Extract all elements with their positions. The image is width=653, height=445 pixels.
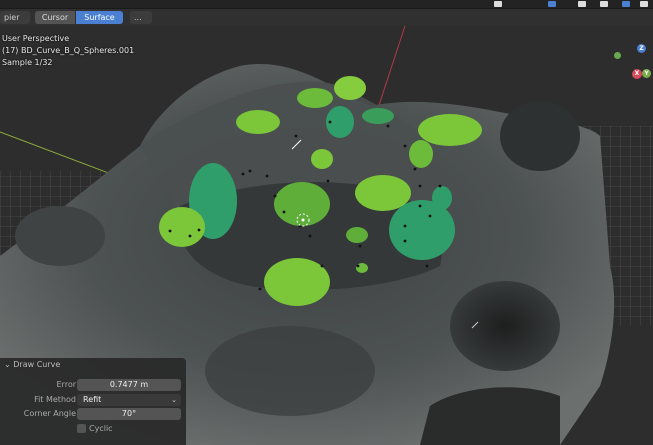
terrain-crater xyxy=(450,281,560,371)
depth-surface-button[interactable]: Surface xyxy=(76,11,123,24)
view-name-label: User Perspective xyxy=(2,34,70,43)
gizmo-z-axis[interactable]: Z xyxy=(637,44,646,53)
gizmo-y-axis[interactable] xyxy=(614,52,621,59)
navigation-gizmo[interactable]: Z X Y xyxy=(604,36,653,86)
corner-angle-label: Corner Angle xyxy=(23,409,76,418)
fit-method-dropdown[interactable]: Refit ⌄ xyxy=(77,394,181,406)
tool-settings-bar: pier Cursor Surface ... ⌄ xyxy=(0,9,653,35)
cyclic-label: Cyclic xyxy=(89,424,113,433)
gizmo-y-positive[interactable]: Y xyxy=(642,69,651,78)
overlay-icon[interactable] xyxy=(578,1,586,7)
cyclic-checkbox[interactable] xyxy=(77,424,86,433)
material-shading-icon[interactable] xyxy=(640,1,648,7)
fit-method-value: Refit xyxy=(83,395,102,404)
render-sample-label: Sample 1/32 xyxy=(2,58,53,67)
more-options-dropdown[interactable]: ... ⌄ xyxy=(130,11,152,35)
error-row: Error 0.7477 m xyxy=(0,379,186,391)
corner-angle-field[interactable]: 70° xyxy=(77,408,181,420)
solid-shading-icon[interactable] xyxy=(622,1,630,7)
curve-type-dropdown[interactable]: pier xyxy=(0,11,30,24)
panel-title: Draw Curve xyxy=(13,360,61,369)
error-field[interactable]: 0.7477 m xyxy=(77,379,181,391)
cyclic-row: Cyclic xyxy=(0,423,186,435)
fit-method-row: Fit Method Refit ⌄ xyxy=(0,394,186,406)
panel-header[interactable]: ⌄ Draw Curve xyxy=(4,360,60,369)
corner-angle-row: Corner Angle 70° xyxy=(0,408,186,420)
snap-icon[interactable] xyxy=(548,1,556,7)
depth-cursor-button[interactable]: Cursor xyxy=(35,11,75,24)
header-bar xyxy=(0,0,653,9)
fit-method-label: Fit Method xyxy=(34,395,76,404)
active-object-label: (17) BD_Curve_B_Q_Spheres.001 xyxy=(2,46,135,55)
error-label: Error xyxy=(56,380,77,389)
draw-curve-panel: ⌄ Draw Curve Error 0.7477 m Fit Method R… xyxy=(0,358,186,445)
xray-icon[interactable] xyxy=(600,1,608,7)
chevron-down-icon: ⌄ xyxy=(4,360,11,369)
gizmo-x-axis[interactable]: X xyxy=(632,69,642,79)
chevron-down-icon: ⌄ xyxy=(171,396,177,404)
select-tool-icon[interactable] xyxy=(494,1,502,7)
